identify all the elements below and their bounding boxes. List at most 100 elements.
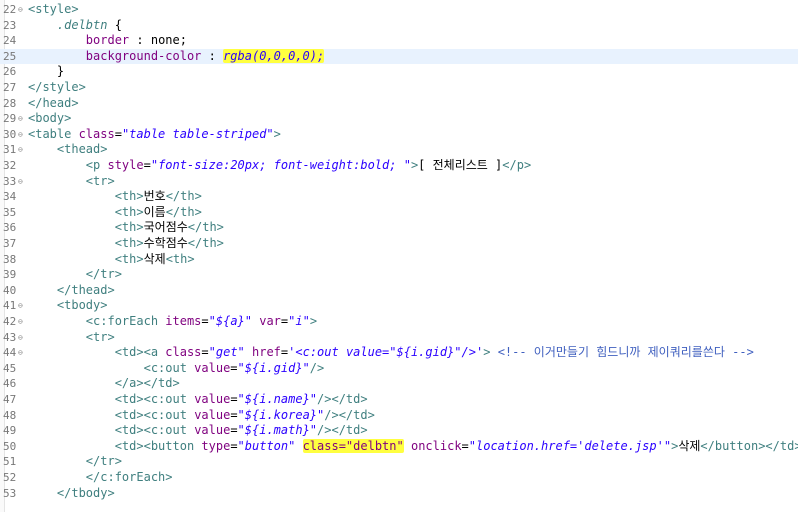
line-number: 32	[3, 159, 17, 172]
code-token: ;	[179, 33, 187, 48]
code-line[interactable]: 50 <td><button type="button" class="delb…	[0, 438, 798, 455]
code-token: 수학점수	[143, 236, 188, 250]
code-token: "${a}"	[208, 314, 252, 328]
code-line[interactable]: 24 border : none;	[0, 33, 798, 49]
code-token: 이름	[143, 204, 166, 219]
code-line[interactable]: 36 <th>국어점수</th>	[0, 220, 798, 236]
code-line[interactable]: 47 <td><c:out value="${i.name}"/></td>	[0, 392, 798, 408]
code-token: </c:forEach>	[85, 470, 173, 484]
code-line[interactable]: 31 ⊖ <thead>	[0, 142, 798, 158]
code-token: =	[201, 314, 209, 328]
line-number: 23	[3, 18, 17, 32]
line-number: 37	[3, 237, 17, 250]
code-token: <td><c:out	[114, 423, 195, 438]
code-line[interactable]: 46 </a></td>	[0, 376, 798, 392]
code-token: =	[230, 407, 238, 422]
code-line[interactable]: 38 <th>삭제<th>	[0, 252, 798, 268]
code-token: var	[259, 314, 281, 328]
fold-toggle-icon[interactable]: ⊖	[18, 345, 23, 361]
code-line[interactable]: 44 ⊖ <td><a class="get" href='<c:out valu…	[0, 345, 798, 361]
code-token: <body>	[28, 111, 72, 126]
line-number: 51	[3, 455, 17, 469]
code-token: <td><c:out	[114, 407, 195, 422]
code-line[interactable]: 41 ⊖ <tbody>	[0, 298, 798, 314]
code-line[interactable]: 25 background-color : rgba(0,0,0,0);	[0, 48, 798, 65]
code-line[interactable]: 45 <c:out value="${i.gid}"/>	[0, 361, 798, 377]
code-editor[interactable]: 22 ⊖ <style> 23 .delbtn {24 border : none; 2…	[0, 0, 798, 512]
code-line[interactable]: 32 <p style="font-size:20px; font-weight…	[0, 158, 798, 174]
fold-toggle-icon[interactable]: ⊖	[18, 330, 23, 346]
code-line[interactable]: 52 </c:forEach>	[0, 470, 798, 486]
code-line[interactable]: 34 <th>번호</th>	[0, 189, 798, 205]
fold-toggle-icon[interactable]: ⊖	[18, 314, 23, 330]
line-number: 36	[3, 221, 17, 235]
fold-toggle-icon[interactable]: ⊖	[18, 2, 23, 18]
line-number: 27	[3, 81, 17, 94]
line-number: 25	[3, 49, 17, 63]
code-line[interactable]: 29 ⊖ <body>	[0, 111, 798, 127]
code-line[interactable]: 42 ⊖ <c:forEach items="${a}" var="i">	[0, 314, 798, 330]
code-token: class	[78, 126, 115, 141]
code-text: <td><c:out value="${i.math}"/></td>	[28, 423, 368, 439]
code-token: "button"	[237, 438, 296, 453]
code-line[interactable]: 26 }	[0, 64, 798, 80]
code-line[interactable]: 23 .delbtn {	[0, 18, 798, 34]
code-line[interactable]: 53 </tbody>	[0, 486, 798, 502]
code-token: =	[230, 423, 238, 438]
fold-toggle-icon[interactable]: ⊖	[18, 174, 23, 190]
code-line[interactable]: 48 <td><c:out value="${i.korea}"/></td>	[0, 408, 798, 424]
code-line[interactable]: 43 ⊖ <tr>	[0, 330, 798, 346]
code-token: <th>	[114, 189, 144, 204]
code-token: <th>	[114, 251, 144, 266]
fold-toggle-icon[interactable]: ⊖	[18, 127, 23, 143]
code-token: 번호	[143, 189, 166, 204]
code-line[interactable]: 51 </tr>	[0, 454, 798, 470]
code-token: "i"	[288, 314, 310, 328]
code-token: <table	[28, 126, 79, 141]
code-text: </a></td>	[28, 376, 180, 392]
code-line[interactable]: 27 </style>	[0, 80, 798, 96]
fold-toggle-icon[interactable]: ⊖	[18, 298, 23, 314]
code-token: =	[230, 392, 238, 406]
code-line[interactable]: 35 <th>이름</th>	[0, 205, 798, 221]
line-number: 50	[3, 439, 17, 453]
code-line[interactable]: 30 ⊖ <table class="table table-striped">	[0, 127, 798, 143]
line-number: 38	[3, 252, 17, 266]
code-line[interactable]: 49 <td><c:out value="${i.math}"/></td>	[0, 423, 798, 439]
code-text: <td><a class="get" href='<c:out value="$…	[28, 345, 754, 361]
code-line[interactable]: 28 </head>	[0, 96, 798, 112]
fold-toggle-icon[interactable]: ⊖	[18, 142, 23, 158]
code-line[interactable]: 33 ⊖ <tr>	[0, 174, 798, 190]
code-text: <th>수학점수</th>	[28, 236, 224, 252]
line-number: 28	[3, 96, 17, 110]
code-line[interactable]: 37 <th>수학점수</th>	[0, 236, 798, 252]
highlighted-attribute: class="delbtn"	[302, 438, 404, 453]
code-text: <style>	[28, 2, 79, 18]
code-token: value	[194, 392, 231, 406]
code-token: =	[114, 126, 122, 141]
code-line[interactable]: 22 ⊖ <style>	[0, 2, 798, 18]
code-token: />	[309, 360, 325, 375]
line-number: 45	[3, 361, 17, 375]
code-token: 국어점수	[143, 220, 188, 235]
code-token: <th>	[114, 220, 144, 235]
fold-toggle-icon[interactable]: ⊖	[18, 111, 23, 127]
code-token: <th>	[114, 204, 144, 219]
code-token: <td><a	[114, 345, 166, 360]
code-text: <tr>	[28, 174, 115, 190]
code-token: "table table-striped"	[121, 126, 274, 141]
code-line[interactable]: 39 </tr>	[0, 267, 798, 283]
code-token: 삭제	[143, 251, 166, 266]
line-number: 34	[3, 190, 17, 204]
code-token: 삭제	[678, 438, 701, 453]
code-token: <thead>	[56, 142, 108, 157]
code-text: </style>	[28, 80, 86, 96]
code-token: =	[201, 345, 209, 360]
code-line[interactable]: 40 </thead>	[0, 283, 798, 299]
